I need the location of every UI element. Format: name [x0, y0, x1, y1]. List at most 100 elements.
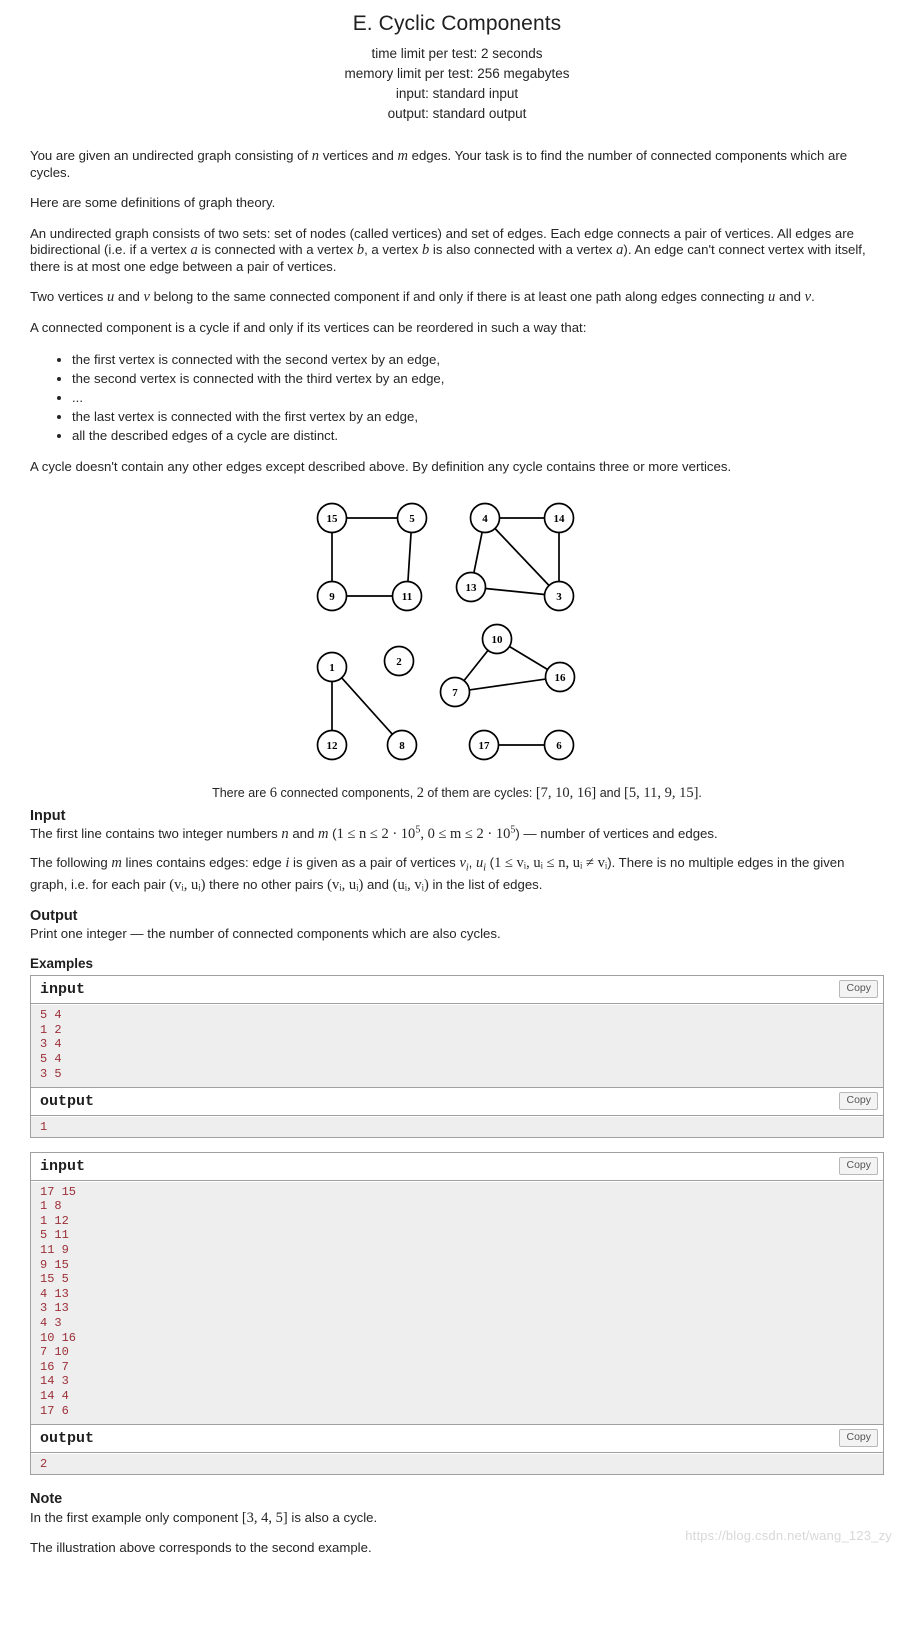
note-component: [3, 4, 5] [241, 1509, 288, 1526]
output-spec: Print one integer — the number of connec… [30, 925, 501, 941]
statement-paragraph-2: Here are some definitions of graph theor… [30, 195, 276, 210]
input-label-1: input [40, 981, 86, 999]
graph-node-label: 17 [479, 740, 491, 752]
output-label-2: output [40, 1430, 95, 1448]
graph-node-label: 4 [482, 513, 488, 525]
statement-paragraph-3: An undirected graph consists of two sets… [30, 226, 884, 276]
p4-text-c: belong to the same connected component i… [149, 289, 769, 304]
input-section-heading: Input [30, 807, 66, 824]
problem-header: E. Cyclic Components time limit per test… [0, 0, 914, 124]
graph-node-label: 8 [399, 740, 405, 752]
graph-svg: 15 59 114 141331 21016712 8 17 6 [316, 502, 576, 760]
copy-button[interactable]: Copy [839, 1156, 878, 1175]
graph-node: 10 [481, 623, 513, 654]
graph-node-label: 10 [492, 634, 504, 646]
in2-h: and [363, 877, 393, 893]
statement-paragraph-5: A connected component is a cycle if and … [30, 319, 587, 335]
graph-node: 3 [543, 580, 575, 611]
var-b: b [356, 242, 365, 258]
problem-body: You are given an undirected graph consis… [30, 148, 884, 476]
copy-button[interactable]: Copy [839, 1092, 878, 1111]
memory-limit: memory limit per test: 256 megabytes [344, 66, 570, 81]
graph-illustration: 15 5 9 11 4 14 13 3 1 2 10 16 7 12 8 17 6 [0, 490, 914, 783]
in1-c: ( [328, 825, 337, 841]
sample-2-input-header: input Copy [31, 1152, 883, 1181]
graph-edge [463, 649, 489, 681]
figure-caption: There are 6 connected components, 2 of t… [30, 785, 884, 802]
caption-b: connected components, [277, 785, 417, 800]
copy-button[interactable]: Copy [839, 980, 878, 999]
graph-node: 12 [316, 729, 348, 760]
p3-text-d: is also connected with a vertex [429, 242, 617, 257]
graph-node-label: 6 [556, 740, 562, 752]
graph-node-label: 9 [329, 591, 335, 603]
pair-2: (vᵢ, uᵢ) [327, 877, 364, 894]
in1-d: ) — number of vertices and edges. [515, 825, 718, 841]
statement-paragraph-4: Two vertices u and v belong to the same … [30, 289, 884, 306]
var-m-3: m [318, 825, 329, 842]
note-section-heading: Note [30, 1490, 63, 1507]
in2-g: there no other pairs [205, 877, 328, 893]
caption-cycle-1: [7, 10, 16] [535, 784, 597, 801]
constraint-n: 1 ≤ n ≤ 2 · 10 [336, 825, 416, 842]
cycle-definition-list: the first vertex is connected with the s… [30, 350, 884, 445]
watermark: https://blog.csdn.net/wang_123_zy [685, 1527, 892, 1543]
list-item: the last vertex is connected with the fi… [72, 407, 884, 426]
in2-d: , [468, 855, 476, 870]
problem-page: E. Cyclic Components time limit per test… [0, 0, 914, 1557]
note-a: In the first example only component [30, 1509, 242, 1525]
output-label-1: output [40, 1093, 95, 1111]
p3-text-c: , a vertex [364, 242, 422, 257]
caption-component-count: 6 [269, 784, 278, 801]
in1-b: and [288, 825, 319, 841]
note-paragraph-1: In the first example only component [3, … [30, 1510, 884, 1527]
graph-node-label: 3 [556, 591, 562, 603]
in2-e: ( [486, 855, 495, 870]
caption-cycle-count: 2 [416, 784, 424, 801]
caption-d: and [596, 785, 625, 800]
graph-node-label: 15 [327, 513, 339, 525]
graph-node: 15 [316, 502, 348, 533]
graph-node: 14 [543, 502, 575, 533]
graph-node-label: 7 [452, 687, 458, 699]
p1-text-b: vertices and [319, 148, 398, 163]
input-spec-line-2: The following m lines contains edges: ed… [30, 855, 884, 894]
time-limit: time limit per test: 2 seconds [371, 46, 543, 61]
copy-button[interactable]: Copy [839, 1429, 878, 1448]
p4-text-d: and [775, 289, 805, 304]
graph-node-label: 12 [327, 740, 339, 752]
graph-node: 7 [439, 676, 471, 707]
in2-i: in the list of edges. [428, 877, 543, 893]
sample-test-2: input Copy 17 15 1 8 1 12 5 11 11 9 9 15… [30, 1151, 884, 1475]
var-m-4: m [111, 855, 122, 871]
pair-1: (vᵢ, uᵢ) [169, 877, 206, 894]
graph-nodes: 15 59 114 141331 21016712 8 17 6 [316, 502, 576, 760]
caption-a: There are [212, 785, 270, 800]
page-title: E. Cyclic Components [352, 12, 562, 35]
list-item: all the described edges of a cycle are d… [72, 426, 884, 445]
p3-text-b: is connected with a vertex [197, 242, 357, 257]
sample-1-output-data: 1 [31, 1116, 883, 1137]
var-a: a [190, 242, 198, 258]
sample-2-output-data: 2 [31, 1453, 883, 1474]
graph-node-label: 16 [555, 672, 567, 684]
p1-text-a: You are given an undirected graph consis… [30, 148, 312, 163]
sample-1-output-header: output Copy [31, 1087, 883, 1117]
graph-edge [485, 587, 545, 595]
in2-a: The following [30, 855, 112, 870]
p4-text-b: and [114, 289, 144, 304]
statement-paragraph-6: A cycle doesn't contain any other edges … [30, 459, 732, 474]
constraint-m: 0 ≤ m ≤ 2 · 10 [427, 825, 511, 842]
input-label-2: input [40, 1157, 86, 1175]
graph-node-label: 13 [466, 582, 478, 594]
graph-node: 5 [396, 502, 428, 533]
var-n-3: n [281, 825, 289, 842]
sample-test-1: input Copy 5 4 1 2 3 4 5 4 3 5 output Co… [30, 975, 884, 1138]
figure-caption-wrap: There are 6 connected components, 2 of t… [30, 785, 884, 1557]
graph-node-label: 1 [329, 662, 335, 674]
graph-edge [473, 531, 483, 573]
graph-edge [508, 645, 549, 670]
sample-1-input-header: input Copy [31, 976, 883, 1005]
graph-node-label: 2 [396, 656, 402, 668]
graph-node: 8 [386, 729, 418, 760]
